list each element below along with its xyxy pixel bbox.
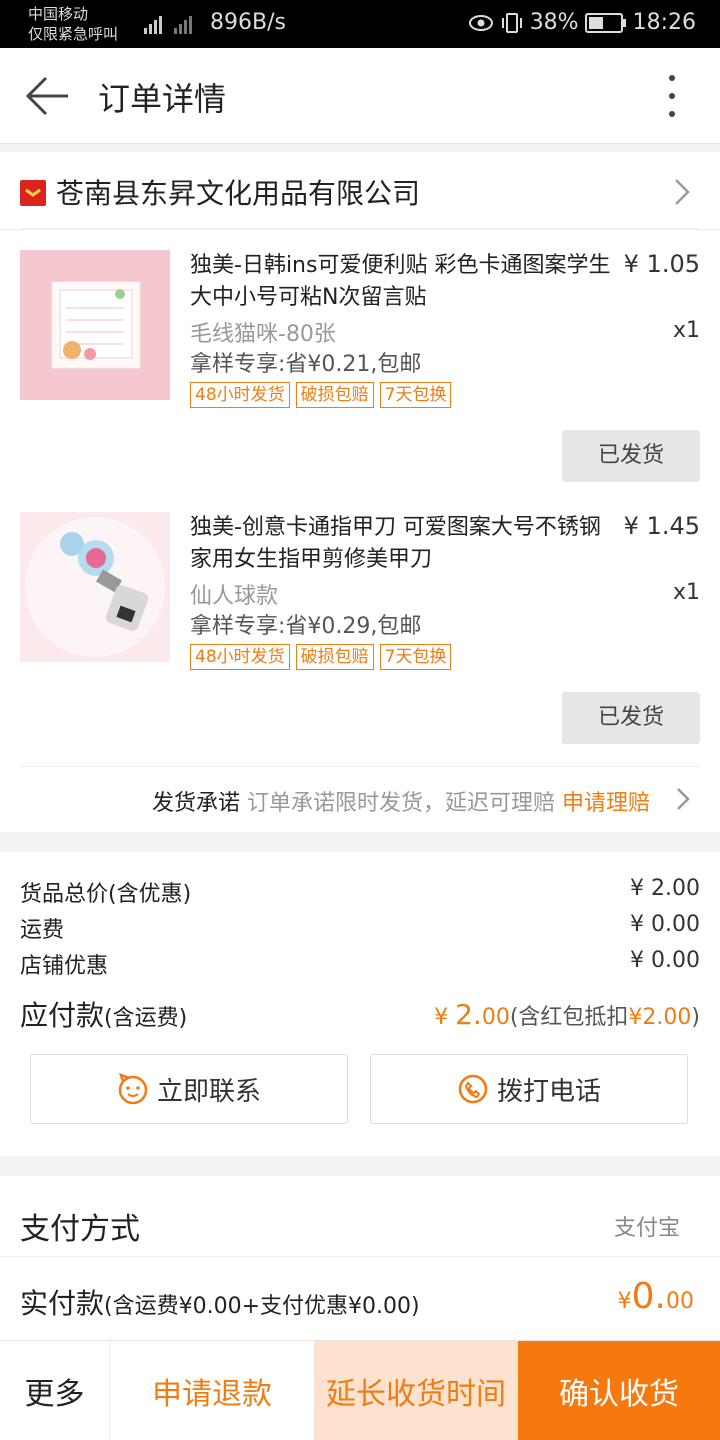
product-promo: 拿样专享:省¥0.29,包邮 <box>190 614 422 639</box>
shipping-row: 运费 ¥ 0.00 <box>20 912 700 944</box>
paid-currency: ¥ <box>617 1289 632 1314</box>
eye-icon <box>468 14 493 31</box>
page-title: 订单详情 <box>98 80 227 118</box>
call-phone-button[interactable]: 拨打电话 <box>370 1054 688 1124</box>
promise-label: 发货承诺 <box>151 791 240 816</box>
payable-amount: ¥ 2.00(含红包抵扣¥2.00) <box>434 998 700 1031</box>
confirm-receipt-button[interactable]: 确认收货 <box>518 1341 720 1440</box>
paid-amount: ¥0.00 <box>618 1276 694 1317</box>
paid-label-sub: (含运费¥0.00+支付优惠¥0.00) <box>104 1294 420 1319</box>
product-price: ¥ 1.05 <box>623 250 700 278</box>
bottom-action-bar: 更多 申请退款 延长收货时间 确认收货 <box>0 1340 720 1440</box>
carrier-info: 中国移动 仅限紧急呼叫 <box>28 4 118 44</box>
shop-logo-icon <box>20 180 46 206</box>
paid-label-text: 实付款 <box>20 1287 105 1320</box>
battery-icon <box>584 12 626 33</box>
more-button[interactable]: 更多 <box>0 1341 110 1440</box>
price-summary-card: 货品总价(含优惠) ¥ 2.00 运费 ¥ 0.00 店铺优惠 ¥ 0.00 应… <box>0 852 720 1156</box>
tag-48h-shipping: 48小时发货 <box>190 644 290 670</box>
product-quantity: x1 <box>672 580 700 605</box>
shipped-status-button[interactable]: 已发货 <box>562 430 700 482</box>
divider <box>20 228 700 229</box>
chevron-right-icon <box>675 179 690 205</box>
shop-discount-value: ¥ 0.00 <box>630 948 700 973</box>
contact-now-label: 立即联系 <box>156 1076 261 1107</box>
service-tags: 48小时发货 破损包赔 7天包换 <box>190 644 452 670</box>
product-spec: 仙人球款 <box>190 584 279 609</box>
tag-damage-compensation: 破损包赔 <box>295 382 374 408</box>
product-title[interactable]: 独美-日韩ins可爱便利贴 彩色卡通图案学生大中小号可粘N次留言贴 <box>190 250 620 314</box>
service-tags: 48小时发货 破损包赔 7天包换 <box>190 382 452 408</box>
shop-name: 苍南县东昇文化用品有限公司 <box>56 177 421 210</box>
paid-int: 0. <box>631 1276 666 1317</box>
shop-discount-label: 店铺优惠 <box>20 954 109 979</box>
paid-label: 实付款(含运费¥0.00+支付优惠¥0.00) <box>20 1282 420 1322</box>
battery-percent: 38% <box>529 10 579 35</box>
product-image-sticky-notes[interactable] <box>20 250 170 400</box>
status-right: 38% 18:26 <box>468 10 696 35</box>
carrier-name: 中国移动 <box>28 5 89 23</box>
goods-total-label: 货品总价(含优惠) <box>20 882 192 907</box>
goods-total-value: ¥ 2.00 <box>630 876 700 901</box>
shipping-label: 运费 <box>20 918 65 943</box>
chevron-right-icon <box>677 788 690 810</box>
contact-now-button[interactable]: 立即联系 <box>30 1054 348 1124</box>
shop-header[interactable]: 苍南县东昇文化用品有限公司 <box>0 152 720 230</box>
promise-text: 订单承诺限时发货，延迟可理赔 <box>246 791 555 816</box>
order-item[interactable]: 独美-日韩ins可爱便利贴 彩色卡通图案学生大中小号可粘N次留言贴 ¥ 1.05… <box>0 250 720 510</box>
tag-7day-exchange: 7天包换 <box>379 382 452 408</box>
back-arrow-icon[interactable] <box>24 74 70 118</box>
call-phone-label: 拨打电话 <box>496 1076 601 1107</box>
product-promo: 拿样专享:省¥0.21,包邮 <box>190 352 422 377</box>
payable-int: 2. <box>455 998 482 1031</box>
payment-method-label: 支付方式 <box>20 1212 140 1247</box>
tag-48h-shipping: 48小时发货 <box>190 382 290 408</box>
product-price: ¥ 1.45 <box>623 512 700 540</box>
network-speed: 896B/s <box>210 10 286 35</box>
product-spec: 毛线猫咪-80张 <box>190 322 336 347</box>
payable-label: 应付款 <box>20 999 105 1032</box>
product-quantity: x1 <box>672 318 700 343</box>
shipping-promise-row[interactable]: 发货承诺 订单承诺限时发货，延迟可理赔 申请理赔 <box>20 766 700 832</box>
tag-damage-compensation: 破损包赔 <box>295 644 374 670</box>
shipped-status-button[interactable]: 已发货 <box>562 692 700 744</box>
payable-note-amount: ¥2.00 <box>628 1005 692 1030</box>
paid-dec: 00 <box>666 1289 694 1314</box>
payable-note-pre: (含红包抵扣 <box>509 1005 629 1030</box>
shipping-value: ¥ 0.00 <box>630 912 700 937</box>
order-item[interactable]: 独美-创意卡通指甲刀 可爱图案大号不锈钢家用女生指甲剪修美甲刀 ¥ 1.45 仙… <box>0 512 720 772</box>
chat-face-icon <box>118 1073 148 1105</box>
goods-total-row: 货品总价(含优惠) ¥ 2.00 <box>20 876 700 908</box>
payable-note-post: ) <box>691 1005 700 1030</box>
status-bar: 中国移动 仅限紧急呼叫 896B/s 38% 18:26 <box>0 0 720 48</box>
order-shop-card: 苍南县东昇文化用品有限公司 独美-日韩ins可爱便利贴 彩色卡通图案学生大中小号… <box>0 152 720 832</box>
signal-icon <box>144 16 192 34</box>
extend-receipt-time-button[interactable]: 延长收货时间 <box>314 1341 518 1440</box>
payable-sub: (含运费) <box>104 1006 188 1031</box>
payment-method-value: 支付宝 <box>613 1216 680 1241</box>
payment-card: 支付方式 支付宝 实付款(含运费¥0.00+支付优惠¥0.00) ¥0.00 <box>0 1176 720 1340</box>
vibrate-icon <box>501 12 522 33</box>
payable-currency: ¥ <box>434 1005 456 1030</box>
app-header: 订单详情 <box>0 48 720 144</box>
product-image-nail-clipper[interactable] <box>20 512 170 662</box>
divider <box>0 1256 720 1257</box>
shop-discount-row: 店铺优惠 ¥ 0.00 <box>20 948 700 980</box>
claim-link[interactable]: 申请理赔 <box>562 791 650 816</box>
tag-7day-exchange: 7天包换 <box>379 644 452 670</box>
payable-row: 应付款(含运费) ¥ 2.00(含红包抵扣¥2.00) <box>20 994 700 1034</box>
product-title[interactable]: 独美-创意卡通指甲刀 可爱图案大号不锈钢家用女生指甲剪修美甲刀 <box>190 512 620 576</box>
clock: 18:26 <box>632 10 696 35</box>
payable-dec: 00 <box>481 1005 510 1030</box>
request-refund-button[interactable]: 申请退款 <box>110 1341 314 1440</box>
phone-icon <box>458 1074 488 1104</box>
carrier-status: 仅限紧急呼叫 <box>28 25 119 43</box>
promise-content: 发货承诺 订单承诺限时发货，延迟可理赔 申请理赔 <box>152 785 650 817</box>
more-vertical-icon[interactable] <box>662 72 682 120</box>
